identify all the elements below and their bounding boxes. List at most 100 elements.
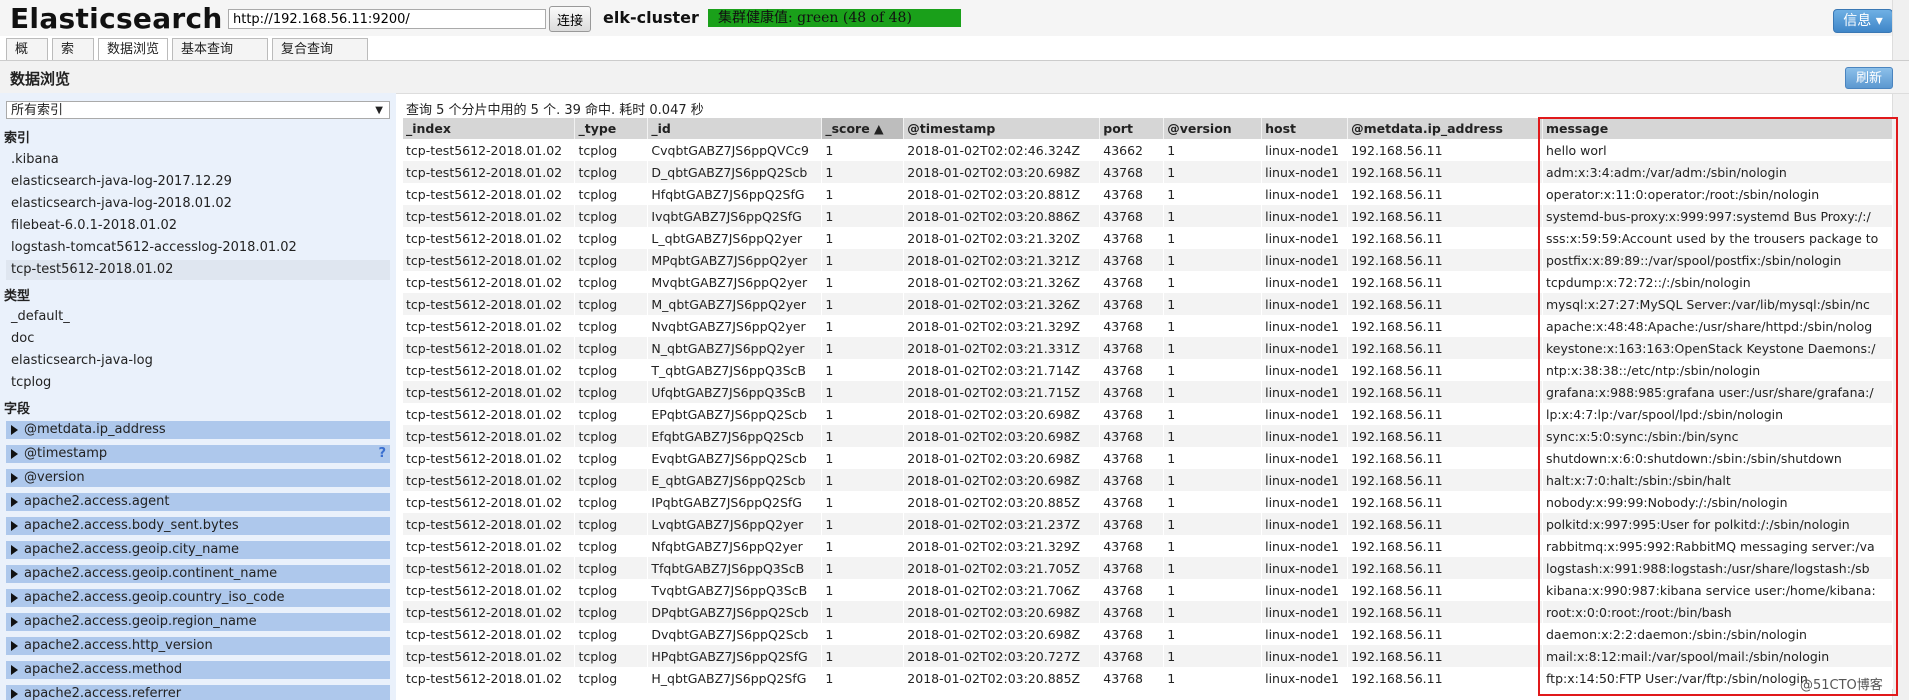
column-header-message[interactable]: message: [1542, 118, 1893, 139]
cell-port: 43768: [1099, 667, 1165, 689]
tab-basic-query[interactable]: 基本查询[+]: [172, 38, 268, 79]
cell-index: tcp-test5612-2018.01.02: [403, 183, 576, 205]
table-row[interactable]: tcp-test5612-2018.01.02 tcplog E_qbtGABZ7J…: [403, 469, 1893, 491]
field-item[interactable]: @timestamp?: [6, 445, 390, 463]
cell-version: 1: [1163, 271, 1263, 293]
page-scrollbar[interactable]: [1892, 0, 1909, 700]
table-row[interactable]: tcp-test5612-2018.01.02 tcplog NvqbtGABZ7J…: [403, 315, 1893, 337]
table-row[interactable]: tcp-test5612-2018.01.02 tcplog NfqbtGABZ7J…: [403, 535, 1893, 557]
field-item[interactable]: apache2.access.geoip.country_iso_code: [6, 589, 390, 607]
table-row[interactable]: tcp-test5612-2018.01.02 tcplog IPqbtGABZ7J…: [403, 491, 1893, 513]
table-row[interactable]: tcp-test5612-2018.01.02 tcplog MvqbtGABZ7J…: [403, 271, 1893, 293]
field-item[interactable]: @metdata.ip_address: [6, 421, 390, 439]
table-row[interactable]: tcp-test5612-2018.01.02 tcplog CvqbtGABZ7J…: [403, 139, 1893, 161]
column-header-port[interactable]: port: [1099, 118, 1165, 139]
table-row[interactable]: tcp-test5612-2018.01.02 tcplog EPqbtGABZ7J…: [403, 403, 1893, 425]
cell-type: tcplog: [574, 535, 649, 557]
connect-button[interactable]: 连接: [549, 6, 591, 32]
table-row[interactable]: tcp-test5612-2018.01.02 tcplog N_qbtGABZ7J…: [403, 337, 1893, 359]
table-row[interactable]: tcp-test5612-2018.01.02 tcplog M_qbtGABZ7J…: [403, 293, 1893, 315]
sidebar-item-index[interactable]: elasticsearch-java-log-2018.01.02: [6, 194, 390, 214]
info-dropdown-button[interactable]: 信息 ▾: [1833, 9, 1893, 33]
field-item[interactable]: apache2.access.body_sent.bytes: [6, 517, 390, 535]
column-header-host[interactable]: host: [1261, 118, 1349, 139]
table-row[interactable]: tcp-test5612-2018.01.02 tcplog HPqbtGABZ7J…: [403, 645, 1893, 667]
column-header-timestamp[interactable]: @timestamp: [903, 118, 1101, 139]
cell-score: 1: [821, 249, 905, 271]
cell-host: linux-node1: [1261, 667, 1349, 689]
field-item[interactable]: @version: [6, 469, 390, 487]
table-row[interactable]: tcp-test5612-2018.01.02 tcplog DvqbtGABZ7J…: [403, 623, 1893, 645]
table-row[interactable]: tcp-test5612-2018.01.02 tcplog UfqbtGABZ7J…: [403, 381, 1893, 403]
table-row[interactable]: tcp-test5612-2018.01.02 tcplog DPqbtGABZ7J…: [403, 601, 1893, 623]
cell-message: lp:x:4:7:lp:/var/spool/lpd:/sbin/nologin: [1542, 403, 1893, 425]
tab-indices[interactable]: 索引: [52, 38, 94, 79]
sidebar-item-type[interactable]: tcplog: [6, 373, 390, 393]
cell-port: 43768: [1099, 249, 1165, 271]
expand-triangle-icon: [11, 497, 18, 507]
cell-score: 1: [821, 469, 905, 491]
help-icon[interactable]: ?: [378, 445, 386, 463]
cell-type: tcplog: [574, 359, 649, 381]
sidebar-item-index[interactable]: .kibana: [6, 150, 390, 170]
field-item[interactable]: apache2.access.geoip.region_name: [6, 613, 390, 631]
sidebar-item-type[interactable]: doc: [6, 329, 390, 349]
cell-score: 1: [821, 403, 905, 425]
field-item[interactable]: apache2.access.geoip.city_name: [6, 541, 390, 559]
table-row[interactable]: tcp-test5612-2018.01.02 tcplog MPqbtGABZ7J…: [403, 249, 1893, 271]
table-row[interactable]: tcp-test5612-2018.01.02 tcplog TfqbtGABZ7J…: [403, 557, 1893, 579]
cell-ip-address: 192.168.56.11: [1347, 403, 1543, 425]
column-header-ip-address[interactable]: @metdata.ip_address: [1347, 118, 1543, 139]
column-header-index[interactable]: _index: [403, 118, 576, 139]
sidebar-item-index-selected[interactable]: tcp-test5612-2018.01.02: [6, 260, 390, 280]
field-item[interactable]: apache2.access.http_version: [6, 637, 390, 655]
table-row[interactable]: tcp-test5612-2018.01.02 tcplog EvqbtGABZ7J…: [403, 447, 1893, 469]
field-item[interactable]: apache2.access.agent: [6, 493, 390, 511]
field-label: apache2.access.body_sent.bytes: [24, 518, 239, 533]
table-row[interactable]: tcp-test5612-2018.01.02 tcplog H_qbtGABZ7J…: [403, 667, 1893, 689]
cell-timestamp: 2018-01-02T02:03:21.321Z: [903, 249, 1101, 271]
field-item[interactable]: apache2.access.method: [6, 661, 390, 679]
column-header-score[interactable]: _score ▲: [821, 118, 905, 139]
table-row[interactable]: tcp-test5612-2018.01.02 tcplog T_qbtGABZ7J…: [403, 359, 1893, 381]
index-select[interactable]: 所有索引 ▼: [6, 101, 390, 119]
sidebar-item-type[interactable]: elasticsearch-java-log: [6, 351, 390, 371]
field-item[interactable]: apache2.access.referrer: [6, 685, 390, 700]
table-row[interactable]: tcp-test5612-2018.01.02 tcplog L_qbtGABZ7J…: [403, 227, 1893, 249]
sidebar-item-index[interactable]: logstash-tomcat5612-accesslog-2018.01.02: [6, 238, 390, 258]
sidebar-item-type[interactable]: _default_: [6, 307, 390, 327]
tab-overview[interactable]: 概览: [6, 38, 48, 79]
table-row[interactable]: tcp-test5612-2018.01.02 tcplog D_qbtGABZ7J…: [403, 161, 1893, 183]
cell-score: 1: [821, 337, 905, 359]
cell-message: daemon:x:2:2:daemon:/sbin:/sbin/nologin: [1542, 623, 1893, 645]
column-header-id[interactable]: _id: [647, 118, 823, 139]
sidebar-item-index[interactable]: filebeat-6.0.1-2018.01.02: [6, 216, 390, 236]
field-item[interactable]: apache2.access.geoip.continent_name: [6, 565, 390, 583]
cell-port: 43768: [1099, 337, 1165, 359]
cell-index: tcp-test5612-2018.01.02: [403, 359, 576, 381]
cell-version: 1: [1163, 667, 1263, 689]
cell-index: tcp-test5612-2018.01.02: [403, 579, 576, 601]
refresh-button[interactable]: 刷新: [1845, 67, 1893, 89]
cell-port: 43768: [1099, 403, 1165, 425]
cluster-url-input[interactable]: [228, 9, 546, 29]
table-row[interactable]: tcp-test5612-2018.01.02 tcplog TvqbtGABZ7J…: [403, 579, 1893, 601]
cell-id: MPqbtGABZ7JS6ppQ2yer: [647, 249, 823, 271]
table-row[interactable]: tcp-test5612-2018.01.02 tcplog EfqbtGABZ7J…: [403, 425, 1893, 447]
tab-compound-query[interactable]: 复合查询[+]: [272, 38, 368, 79]
field-label: apache2.access.method: [24, 662, 183, 677]
table-row[interactable]: tcp-test5612-2018.01.02 tcplog LvqbtGABZ7J…: [403, 513, 1893, 535]
table-row[interactable]: tcp-test5612-2018.01.02 tcplog IvqbtGABZ7J…: [403, 205, 1893, 227]
sidebar-item-index[interactable]: elasticsearch-java-log-2017.12.29: [6, 172, 390, 192]
tab-data-browser[interactable]: 数据浏览: [98, 38, 168, 61]
column-header-type[interactable]: _type: [574, 118, 649, 139]
cluster-health-badge: 集群健康值: green (48 of 48): [708, 9, 961, 27]
column-header-version[interactable]: @version: [1163, 118, 1263, 139]
cell-id: EvqbtGABZ7JS6ppQ2Scb: [647, 447, 823, 469]
cell-index: tcp-test5612-2018.01.02: [403, 535, 576, 557]
table-row[interactable]: tcp-test5612-2018.01.02 tcplog HfqbtGABZ7J…: [403, 183, 1893, 205]
cell-version: 1: [1163, 183, 1263, 205]
table-header-row: _index _type _id _score ▲ @timestamp por…: [403, 118, 1893, 139]
cell-timestamp: 2018-01-02T02:03:21.326Z: [903, 293, 1101, 315]
cell-ip-address: 192.168.56.11: [1347, 447, 1543, 469]
